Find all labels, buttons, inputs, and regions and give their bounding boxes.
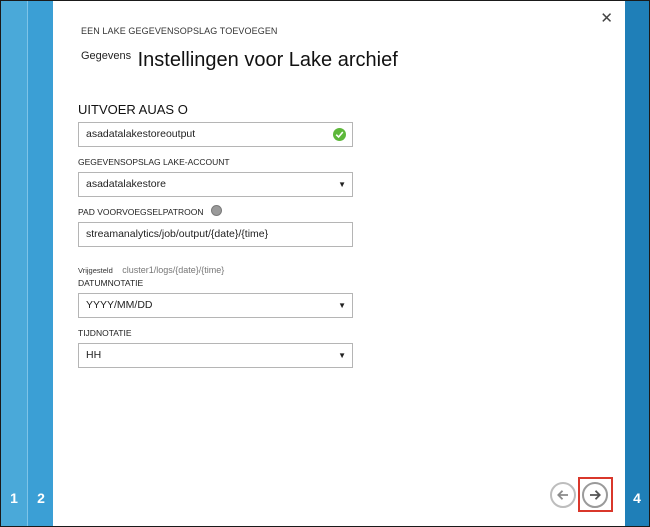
output-alias-label: UITVOER AUAS O	[78, 102, 188, 117]
wizard-step-2[interactable]: 2	[27, 1, 54, 526]
check-circle-icon	[333, 128, 346, 141]
wizard-step-1[interactable]: 1	[1, 1, 27, 526]
arrow-left-icon	[557, 490, 568, 500]
wizard-dialog: 1 2 4 ✕ EEN LAKE GEGEVENSOPSLAG TOEVOEGE…	[0, 0, 650, 527]
dialog-title: EEN LAKE GEGEVENSOPSLAG TOEVOEGEN	[81, 26, 278, 36]
time-format-select[interactable]: HH ▼	[78, 343, 353, 368]
step-4-number: 4	[633, 490, 641, 506]
info-icon[interactable]	[211, 205, 222, 216]
next-button-highlight	[578, 477, 613, 512]
page-title: Gegevens Instellingen voor Lake archief	[81, 49, 398, 72]
wizard-content: ✕ EEN LAKE GEGEVENSOPSLAG TOEVOEGEN Gege…	[53, 1, 625, 526]
time-format-value: HH	[86, 349, 102, 361]
wizard-step-4[interactable]: 4	[625, 1, 649, 526]
step-1-number: 1	[10, 490, 18, 506]
date-format-select[interactable]: YYYY/MM/DD ▼	[78, 293, 353, 318]
step-2-number: 2	[37, 490, 45, 506]
chevron-down-icon: ▼	[338, 301, 346, 310]
chevron-down-icon: ▼	[338, 351, 346, 360]
example-value: cluster1/logs/{date}/{time}	[122, 265, 225, 275]
example-label: Vrijgesteld	[78, 266, 113, 275]
output-alias-input[interactable]: asadatalakestoreoutput	[78, 122, 353, 147]
close-icon[interactable]: ✕	[600, 11, 613, 26]
path-example: Vrijgesteld cluster1/logs/{date}/{time}	[78, 260, 224, 278]
account-label: GEGEVENSOPSLAG LAKE-ACCOUNT	[78, 157, 230, 167]
page-title-prefix: Gegevens	[81, 50, 132, 62]
account-value: asadatalakestore	[86, 178, 166, 190]
path-prefix-value: streamanalytics/job/output/{date}/{time}	[86, 228, 269, 240]
date-format-label: DATUMNOTATIE	[78, 278, 144, 288]
time-format-label: TIJDNOTATIE	[78, 328, 132, 338]
page-title-main: Instellingen voor Lake archief	[137, 49, 398, 71]
path-prefix-label: PAD VOORVOEGSELPATROON	[78, 207, 204, 217]
chevron-down-icon: ▼	[338, 180, 346, 189]
account-select[interactable]: asadatalakestore ▼	[78, 172, 353, 197]
path-prefix-input[interactable]: streamanalytics/job/output/{date}/{time}	[78, 222, 353, 247]
date-format-value: YYYY/MM/DD	[86, 299, 153, 311]
output-alias-value: asadatalakestoreoutput	[86, 128, 196, 140]
previous-button[interactable]	[550, 482, 576, 508]
